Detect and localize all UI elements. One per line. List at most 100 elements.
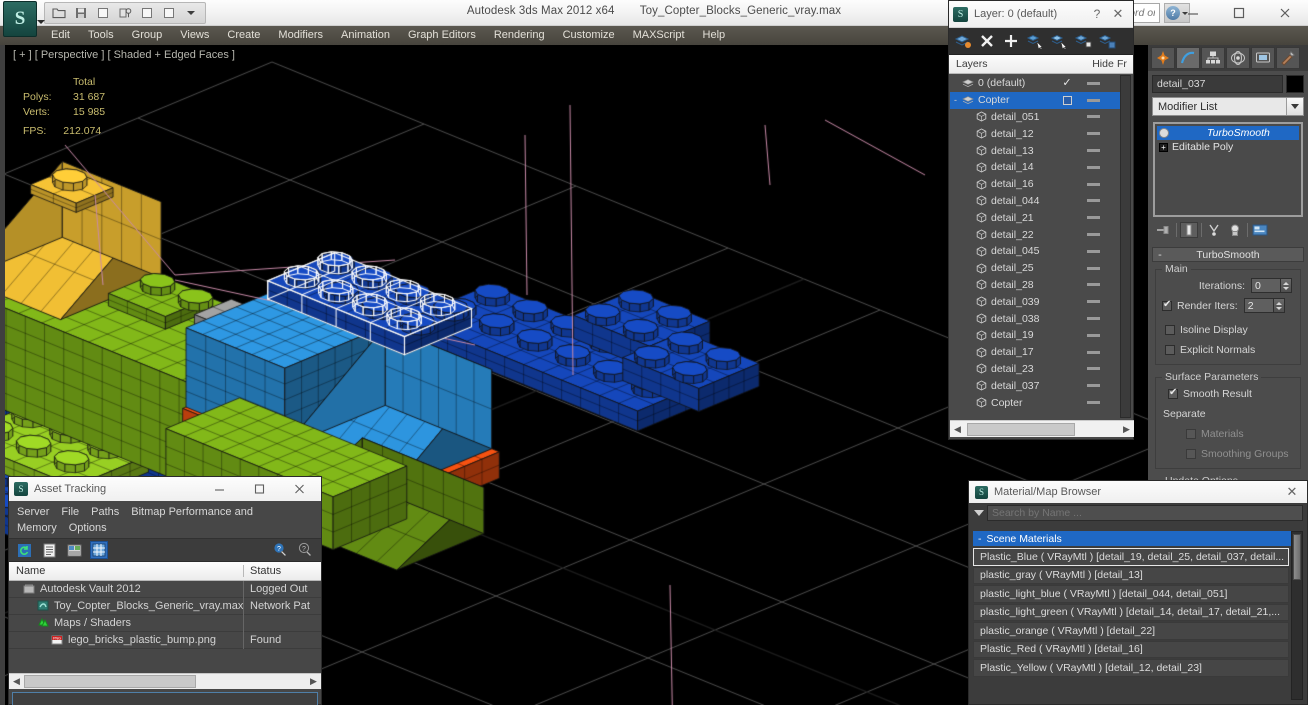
- layer-row[interactable]: detail_19: [950, 327, 1122, 344]
- layer-hide-toggle[interactable]: [1078, 317, 1108, 321]
- menu-item-graph-editors[interactable]: Graph Editors: [399, 26, 485, 45]
- menu-item-tools[interactable]: Tools: [79, 26, 123, 45]
- explicit-normals-checkbox[interactable]: [1165, 344, 1175, 355]
- modifier-stack-item[interactable]: + Editable Poly: [1157, 140, 1299, 154]
- select-objects-icon[interactable]: [1025, 31, 1045, 51]
- iterations-spinner-arrows[interactable]: [1281, 278, 1292, 293]
- display-tab[interactable]: [1251, 47, 1275, 69]
- modifier-stack-item[interactable]: TurboSmooth: [1157, 126, 1299, 140]
- configure-sets-icon[interactable]: [1251, 222, 1269, 238]
- separate-smoothing-groups-checkbox[interactable]: [1186, 448, 1196, 459]
- object-color-swatch[interactable]: [1286, 75, 1304, 93]
- asset-scroll-left-icon[interactable]: ◀: [9, 674, 24, 689]
- layer-hide-toggle[interactable]: [1078, 98, 1108, 102]
- grid-view-icon[interactable]: [90, 541, 108, 559]
- material-vscroll-thumb[interactable]: [1293, 534, 1301, 580]
- layer-row[interactable]: detail_038: [950, 310, 1122, 327]
- layer-hide-toggle[interactable]: [1078, 199, 1108, 203]
- make-unique-icon[interactable]: [1205, 222, 1223, 238]
- layer-row[interactable]: detail_13: [950, 142, 1122, 159]
- layer-row[interactable]: detail_25: [950, 260, 1122, 277]
- minimize-icon[interactable]: [1170, 0, 1216, 26]
- separate-materials-checkbox[interactable]: [1186, 428, 1196, 439]
- scroll-right-icon[interactable]: ▶: [1119, 422, 1134, 437]
- hierarchy-tab[interactable]: [1201, 47, 1225, 69]
- layer-row[interactable]: detail_045: [950, 243, 1122, 260]
- asset-scroll-right-icon[interactable]: ▶: [306, 674, 321, 689]
- layer-dialog-title-bar[interactable]: S Layer: 0 (default) ? ✕: [949, 1, 1133, 28]
- asset-menu-paths[interactable]: Paths: [91, 506, 119, 518]
- new-layer-icon[interactable]: [953, 31, 973, 51]
- material-list-item[interactable]: Plastic_Yellow ( VRayMtl ) [detail_12, d…: [973, 659, 1289, 677]
- material-list-item[interactable]: plastic_light_green ( VRayMtl ) [detail_…: [973, 603, 1289, 621]
- layer-hide-toggle[interactable]: [1078, 384, 1108, 388]
- material-list-vertical-scrollbar[interactable]: [1291, 531, 1303, 700]
- scene-materials-collapse-icon[interactable]: -: [978, 533, 982, 545]
- modifier-stack[interactable]: TurboSmooth + Editable Poly: [1153, 122, 1303, 217]
- material-search-input[interactable]: [987, 505, 1303, 521]
- layer-hide-toggle[interactable]: [1078, 132, 1108, 136]
- layer-hide-toggle[interactable]: [1078, 283, 1108, 287]
- rollout-collapse-icon[interactable]: -: [1153, 249, 1167, 261]
- layer-close-icon[interactable]: ✕: [1107, 6, 1129, 22]
- asset-hscroll-thumb[interactable]: [24, 675, 196, 688]
- render-iters-spinner[interactable]: 2: [1243, 298, 1285, 313]
- utilities-tab[interactable]: [1276, 47, 1300, 69]
- iterations-spinner[interactable]: 0: [1251, 278, 1292, 293]
- isoline-display-checkbox[interactable]: [1165, 324, 1175, 335]
- render-iters-spinner-arrows[interactable]: [1273, 298, 1285, 313]
- layer-hide-toggle[interactable]: [1078, 300, 1108, 304]
- detail-view-icon[interactable]: [65, 541, 83, 559]
- modifier-list-dropdown[interactable]: Modifier List: [1152, 97, 1304, 116]
- layer-row[interactable]: detail_039: [950, 293, 1122, 310]
- iterations-value[interactable]: 0: [1251, 278, 1281, 293]
- object-name-field[interactable]: detail_037: [1152, 75, 1283, 93]
- delete-layer-icon[interactable]: [977, 31, 997, 51]
- layer-help-icon[interactable]: ?: [1087, 7, 1107, 21]
- layer-hide-toggle[interactable]: [1078, 115, 1108, 119]
- chevron-down-icon[interactable]: [1286, 98, 1303, 115]
- menu-item-animation[interactable]: Animation: [332, 26, 399, 45]
- material-list-item[interactable]: plastic_light_blue ( VRayMtl ) [detail_0…: [973, 585, 1289, 603]
- motion-tab[interactable]: [1226, 47, 1250, 69]
- viewport-label[interactable]: [ + ] [ Perspective ] [ Shaded + Edged F…: [13, 49, 235, 61]
- layer-hide-toggle[interactable]: [1078, 333, 1108, 337]
- material-list-item[interactable]: Plastic_Blue ( VRayMtl ) [detail_19, det…: [973, 548, 1289, 566]
- asset-row[interactable]: PNG lego_bricks_plastic_bump.png Found: [9, 631, 321, 649]
- layer-row[interactable]: detail_044: [950, 193, 1122, 210]
- scene-materials-group-header[interactable]: - Scene Materials: [973, 531, 1303, 546]
- layer-list-vertical-scrollbar[interactable]: [1120, 75, 1131, 418]
- app-menu-caret-icon[interactable]: [37, 20, 45, 24]
- menu-item-maxscript[interactable]: MAXScript: [624, 26, 694, 45]
- plus-icon[interactable]: +: [1159, 142, 1168, 152]
- layer-row[interactable]: detail_21: [950, 209, 1122, 226]
- asset-status-field[interactable]: [12, 692, 318, 705]
- layer-row[interactable]: Copter: [950, 394, 1122, 411]
- modify-tab[interactable]: [1176, 47, 1200, 69]
- pin-stack-icon[interactable]: [1155, 222, 1173, 238]
- remove-modifier-icon[interactable]: [1226, 222, 1244, 238]
- layer-row[interactable]: detail_22: [950, 226, 1122, 243]
- asset-menu-options[interactable]: Options: [69, 522, 107, 534]
- asset-maximize-icon[interactable]: [239, 477, 279, 501]
- layer-row[interactable]: detail_17: [950, 344, 1122, 361]
- layer-hide-toggle[interactable]: [1078, 149, 1108, 153]
- menu-item-help[interactable]: Help: [694, 26, 735, 45]
- asset-minimize-icon[interactable]: [199, 477, 239, 501]
- select-highlighted-icon[interactable]: [1049, 31, 1069, 51]
- layer-current-toggle[interactable]: ✓: [1056, 78, 1078, 89]
- asset-menu-server[interactable]: Server: [17, 506, 49, 518]
- layer-row[interactable]: 0 (default) ✓: [950, 75, 1122, 92]
- help-icon[interactable]: ?: [272, 541, 290, 559]
- menu-item-create[interactable]: Create: [218, 26, 269, 45]
- asset-row[interactable]: Toy_Copter_Blocks_Generic_vray.max Networ…: [9, 597, 321, 615]
- maximize-icon[interactable]: [1216, 0, 1262, 26]
- asset-row[interactable]: Maps / Shaders: [9, 614, 321, 632]
- layer-current-toggle[interactable]: [1056, 95, 1078, 105]
- menu-item-rendering[interactable]: Rendering: [485, 26, 554, 45]
- layer-hide-toggle[interactable]: [1078, 81, 1108, 85]
- layer-row[interactable]: detail_037: [950, 377, 1122, 394]
- refresh-icon[interactable]: [15, 541, 33, 559]
- menu-item-views[interactable]: Views: [171, 26, 218, 45]
- asset-menu-bitmap[interactable]: Bitmap Performance and Memory: [17, 506, 253, 534]
